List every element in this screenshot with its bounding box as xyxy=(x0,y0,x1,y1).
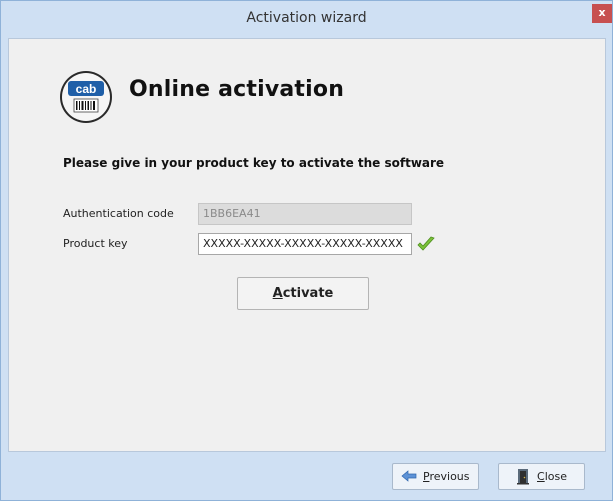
close-button[interactable]: Close xyxy=(498,463,585,490)
logo-brand-text: cab xyxy=(76,82,97,96)
back-arrow-icon xyxy=(401,470,417,482)
close-label: lose xyxy=(544,470,567,483)
exit-door-icon xyxy=(517,469,529,485)
cab-logo-icon: cab xyxy=(60,71,112,123)
close-mnemonic: C xyxy=(537,470,545,483)
title-bar[interactable]: Activation wizard x xyxy=(1,1,612,38)
previous-button[interactable]: Previous xyxy=(392,463,479,490)
checkmark-icon xyxy=(417,236,435,251)
window-title: Activation wizard xyxy=(246,10,367,26)
product-key-label: Product key xyxy=(63,237,128,250)
page-title: Online activation xyxy=(129,77,345,102)
activate-mnemonic: A xyxy=(272,286,283,301)
product-key-input[interactable]: XXXXX-XXXXX-XXXXX-XXXXX-XXXXX xyxy=(198,233,412,255)
activate-button[interactable]: Activate xyxy=(237,277,369,310)
auth-code-label: Authentication code xyxy=(63,207,174,220)
instruction-text: Please give in your product key to activ… xyxy=(63,156,445,170)
auth-code-field: 1BB6EA41 xyxy=(198,203,412,225)
previous-label: revious xyxy=(429,470,470,483)
window-close-button[interactable]: x xyxy=(592,4,612,23)
activate-label: ctivate xyxy=(282,286,334,301)
activation-wizard-window: Activation wizard x cab Online activatio… xyxy=(0,0,613,501)
